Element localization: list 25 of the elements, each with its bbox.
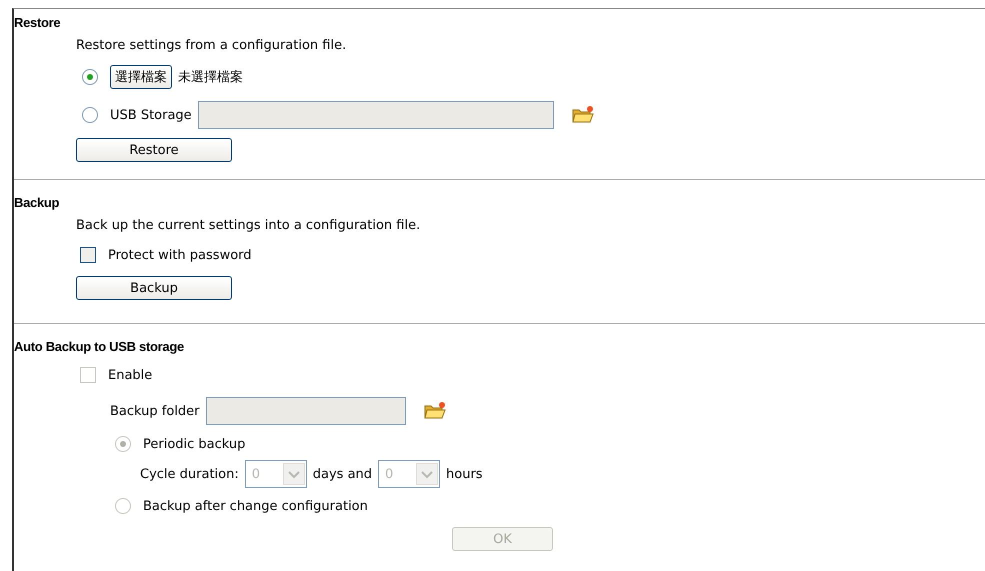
folder-icon[interactable] <box>424 401 446 421</box>
file-status-text: 未選擇檔案 <box>178 69 243 86</box>
cycle-duration-label: Cycle duration: <box>140 466 239 482</box>
radio-button[interactable] <box>82 107 98 123</box>
usb-path-field[interactable] <box>198 101 554 129</box>
backup-folder-field[interactable] <box>206 397 406 425</box>
folder-icon[interactable] <box>572 105 594 125</box>
description-text: Back up the current settings into a configuration file. <box>76 218 420 232</box>
usb-storage-label: USB Storage <box>110 108 192 122</box>
backup-button[interactable]: Backup <box>76 276 232 300</box>
radio-label: Periodic backup <box>143 436 246 452</box>
backup-folder-label: Backup folder <box>110 404 200 418</box>
checkbox-label: Enable <box>108 368 152 382</box>
radio-button[interactable] <box>82 69 98 85</box>
hours-label: hours <box>446 466 483 482</box>
checkbox[interactable] <box>80 247 96 263</box>
section-heading: Auto Backup to USB storage <box>14 338 184 356</box>
choose-file-button[interactable]: 選擇檔案 <box>110 65 172 89</box>
days-label: days and <box>312 466 372 482</box>
section-heading: Restore <box>14 14 60 32</box>
restore-button[interactable]: Restore <box>76 138 232 162</box>
checkbox-label: Protect with password <box>108 248 252 262</box>
description-text: Restore settings from a configuration file. <box>76 38 346 52</box>
section-heading: Backup <box>14 194 60 212</box>
radio-label: Backup after change configuration <box>143 498 368 514</box>
